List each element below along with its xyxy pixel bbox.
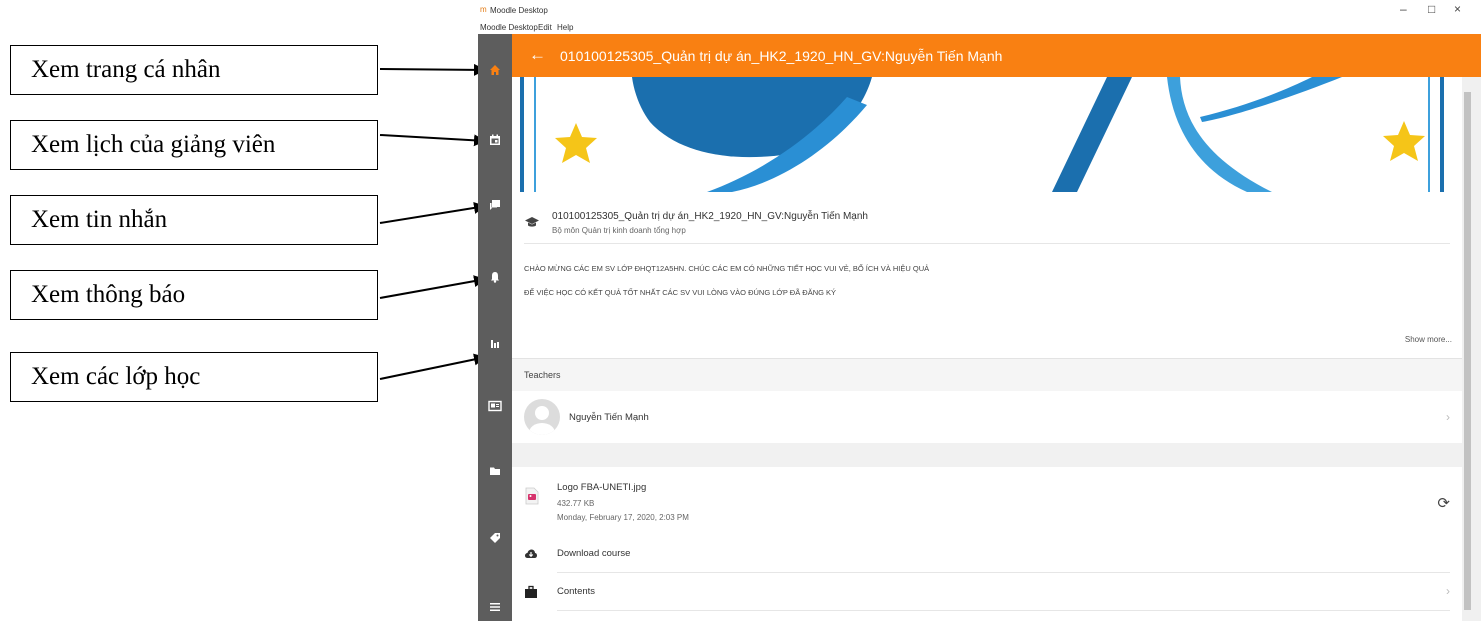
grades-icon: [491, 340, 499, 348]
sidebar-item-notifications[interactable]: [478, 263, 512, 291]
arrow-classes: [379, 353, 487, 380]
teachers-heading: Teachers: [512, 358, 1462, 393]
sidebar-item-badges[interactable]: [478, 392, 512, 420]
window-title: Moodle Desktop: [490, 6, 548, 15]
course-header: ← 010100125305_Quản trị dự án_HK2_1920_H…: [512, 34, 1481, 77]
moodle-logo-icon: m: [480, 5, 487, 14]
teachers-heading-label: Teachers: [524, 370, 561, 380]
sidebar-item-messages[interactable]: [478, 191, 512, 219]
folder-icon: [490, 467, 500, 475]
side-menu: [478, 34, 512, 621]
close-button[interactable]: ×: [1454, 2, 1461, 16]
window-titlebar: m Moodle Desktop – □ ×: [478, 0, 1481, 22]
sidebar-item-home[interactable]: [478, 56, 512, 84]
show-more-link[interactable]: Show more...: [1405, 335, 1452, 344]
arrow-messages: [379, 201, 487, 224]
minimize-button[interactable]: –: [1400, 2, 1407, 16]
calendar-icon: [490, 134, 500, 145]
menu-bar: Moodle Desktop Edit Help: [478, 22, 1481, 34]
course-department: Bộ môn Quản trị kinh doanh tổng hợp: [552, 226, 686, 235]
menu-edit[interactable]: Edit: [538, 23, 552, 32]
divider: [557, 610, 1450, 611]
teacher-list-item[interactable]: Nguyễn Tiến Mạnh ›: [512, 391, 1462, 443]
divider: [524, 243, 1450, 244]
back-arrow-icon[interactable]: ←: [529, 45, 546, 65]
chevron-right-icon: ›: [1446, 584, 1450, 598]
sidebar-item-menu[interactable]: [478, 593, 512, 621]
badge-icon: [488, 400, 502, 412]
course-banner-image: [512, 77, 1462, 192]
maximize-button[interactable]: □: [1428, 2, 1435, 16]
arrow-profile: [379, 63, 487, 76]
course-info: 010100125305_Quản trị dự án_HK2_1920_HN_…: [552, 211, 868, 235]
briefcase-icon: [525, 585, 537, 598]
sidebar-item-grades[interactable]: [478, 329, 512, 357]
menu-icon: [490, 603, 500, 611]
sidebar-item-tags[interactable]: [478, 524, 512, 552]
messages-icon: [490, 200, 500, 210]
cloud-download-icon: [525, 549, 537, 558]
moodle-window: m Moodle Desktop – □ × Moodle Desktop Ed…: [478, 0, 1481, 621]
sidebar-item-calendar[interactable]: [478, 126, 512, 154]
teacher-name: Nguyễn Tiến Mạnh: [569, 412, 649, 423]
callout-calendar: Xem lịch của giảng viên: [10, 120, 378, 170]
notifications-icon: [491, 272, 499, 283]
callout-notifications: Xem thông báo: [10, 270, 378, 320]
tag-icon: [490, 533, 500, 543]
file-size: 432.77 KB: [557, 499, 595, 508]
divider: [557, 572, 1450, 573]
menu-help[interactable]: Help: [557, 23, 573, 32]
avatar: [524, 399, 560, 435]
graduation-cap-icon: [525, 217, 539, 227]
callout-messages: Xem tin nhắn: [10, 195, 378, 245]
menu-moodle-desktop[interactable]: Moodle Desktop: [480, 23, 538, 32]
download-course-button[interactable]: Download course: [557, 548, 630, 559]
image-file-icon: [525, 487, 539, 505]
section-spacer: [512, 443, 1462, 467]
refresh-icon[interactable]: ⟳: [1437, 494, 1450, 512]
course-summary-line2: ĐỂ VIỆC HỌC CÓ KẾT QUẢ TỐT NHẤT CÁC SV V…: [524, 288, 837, 297]
page-title: 010100125305_Quản trị dự án_HK2_1920_HN_…: [560, 48, 1003, 64]
course-name: 010100125305_Quản trị dự án_HK2_1920_HN_…: [552, 211, 868, 222]
callout-classes: Xem các lớp học: [10, 352, 378, 402]
course-content: 010100125305_Quản trị dự án_HK2_1920_HN_…: [512, 77, 1462, 621]
arrow-calendar: [379, 134, 487, 147]
chevron-right-icon: ›: [1446, 410, 1450, 424]
file-date: Monday, February 17, 2020, 2:03 PM: [557, 513, 689, 522]
file-name[interactable]: Logo FBA-UNETI.jpg: [557, 482, 646, 493]
contents-link[interactable]: Contents: [557, 586, 595, 597]
home-icon: [490, 65, 500, 75]
sidebar-item-files[interactable]: [478, 457, 512, 485]
callout-profile: Xem trang cá nhân: [10, 45, 378, 95]
course-summary-line1: CHÀO MỪNG CÁC EM SV LỚP ĐHQT12A5HN. CHÚC…: [524, 264, 930, 273]
scrollbar-thumb[interactable]: [1464, 92, 1471, 610]
arrow-notifications: [379, 275, 487, 299]
